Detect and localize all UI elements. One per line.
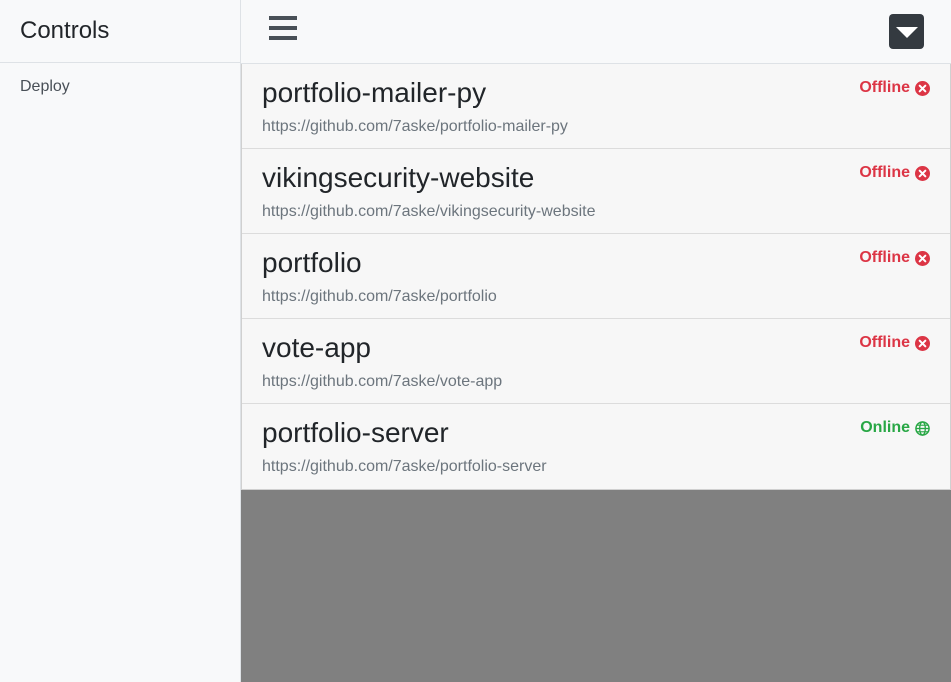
project-url: https://github.com/7aske/portfolio-maile…: [262, 118, 568, 135]
status-badge: Online: [860, 419, 930, 437]
project-url: https://github.com/7aske/vote-app: [262, 373, 503, 390]
project-name: portfolio-server: [262, 417, 449, 448]
sidebar: Controls Deploy: [0, 0, 241, 682]
status-badge: Offline: [859, 79, 930, 97]
project-name: vikingsecurity-website: [262, 162, 535, 193]
project-name: portfolio: [262, 247, 362, 278]
project-url: https://github.com/7aske/portfolio-serve…: [262, 458, 547, 475]
project-url: https://github.com/7aske/portfolio: [262, 288, 497, 305]
project-url: https://github.com/7aske/vikingsecurity-…: [262, 203, 596, 220]
times-circle-icon: [915, 335, 930, 351]
status-badge: Offline: [859, 164, 930, 182]
project-name: portfolio-mailer-py: [262, 77, 487, 108]
sidebar-item-deploy[interactable]: Deploy: [0, 63, 240, 111]
globe-icon: [915, 420, 930, 436]
times-circle-icon: [915, 165, 930, 181]
project-item[interactable]: vikingsecurity-website https://github.co…: [242, 149, 950, 234]
project-name: vote-app: [262, 332, 371, 363]
times-circle-icon: [915, 250, 930, 266]
project-list: portfolio-mailer-py https://github.com/7…: [241, 64, 951, 490]
dropdown-toggle-button[interactable]: [889, 14, 924, 49]
project-item[interactable]: portfolio-mailer-py https://github.com/7…: [242, 64, 950, 149]
status-badge: Offline: [859, 249, 930, 267]
project-item[interactable]: portfolio-server https://github.com/7ask…: [242, 404, 950, 489]
topbar: [241, 0, 951, 64]
hamburger-icon[interactable]: [269, 16, 299, 44]
times-circle-icon: [915, 80, 930, 96]
project-item[interactable]: vote-app https://github.com/7aske/vote-a…: [242, 319, 950, 404]
sidebar-title: Controls: [0, 0, 240, 63]
project-item[interactable]: portfolio https://github.com/7aske/portf…: [242, 234, 950, 319]
status-badge: Offline: [859, 334, 930, 352]
